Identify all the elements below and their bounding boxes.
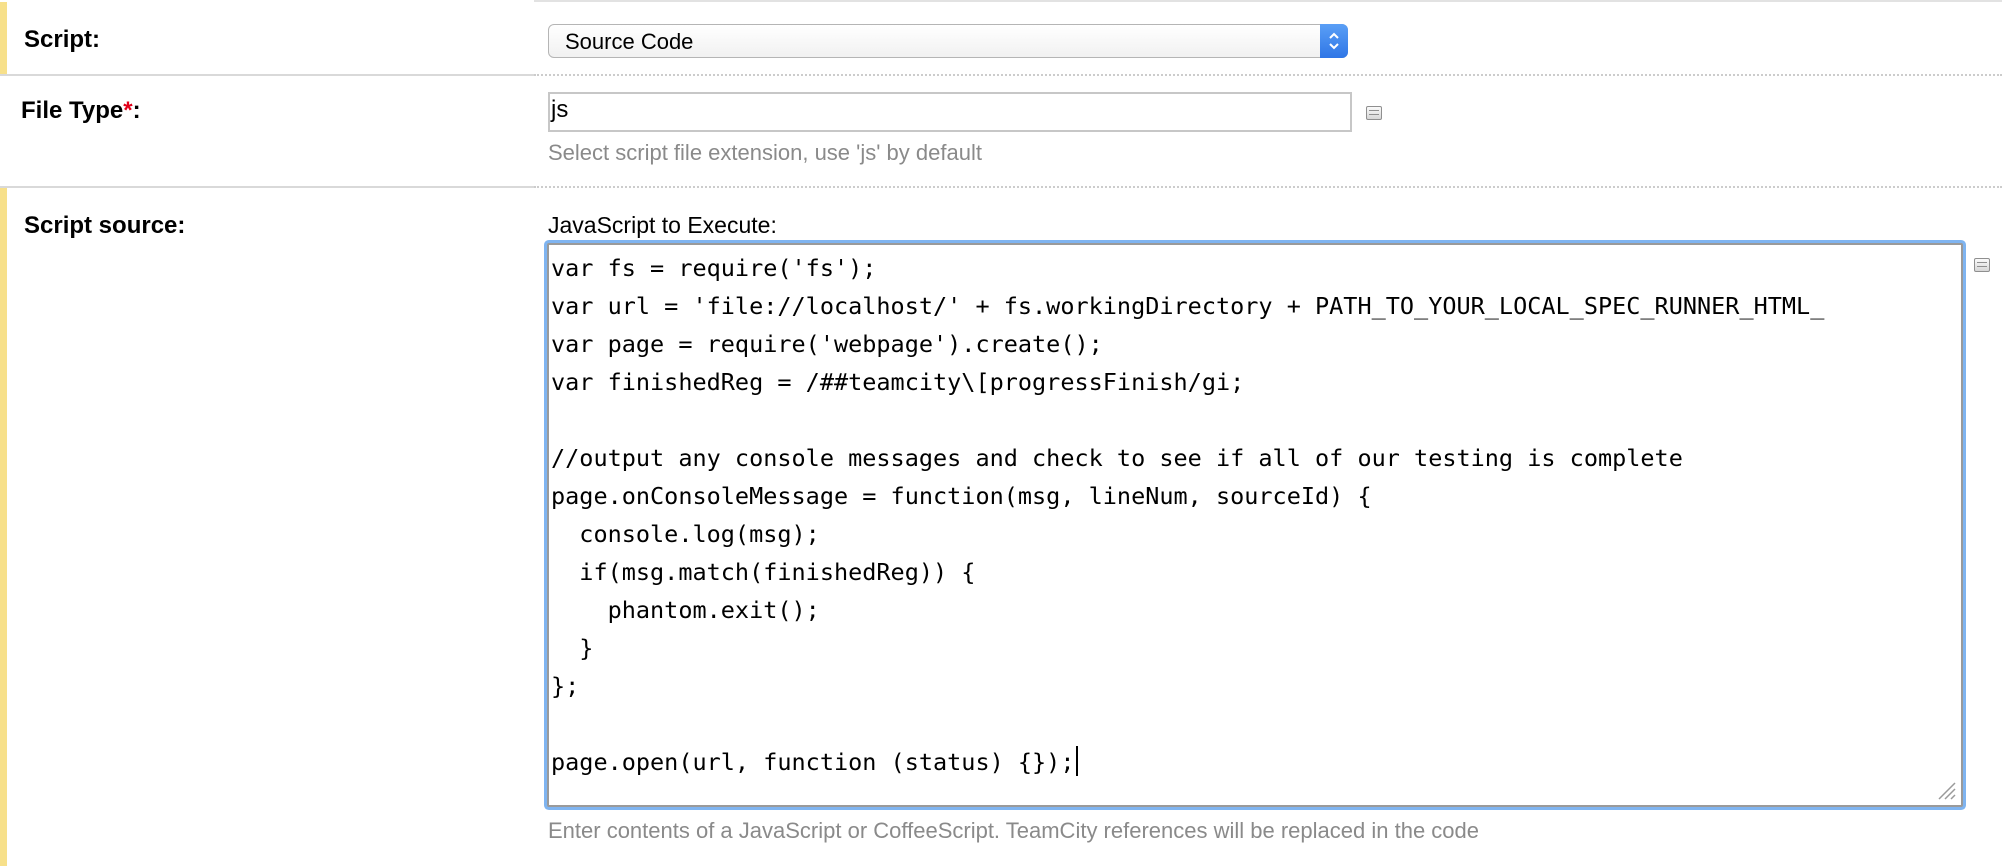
code-line: var fs = require('fs');	[551, 254, 877, 282]
code-line: page.open(url, function (status) {});	[551, 748, 1075, 776]
script-select[interactable]: Source Code	[548, 24, 1348, 58]
code-line: phantom.exit();	[551, 596, 820, 624]
text-caret	[1076, 746, 1079, 776]
field-menu-icon[interactable]	[1366, 106, 1382, 120]
required-mark: *	[123, 97, 133, 124]
code-line: console.log(msg);	[551, 520, 820, 548]
code-line: var url = 'file://localhost/' + fs.worki…	[551, 292, 1825, 320]
file-type-input[interactable]: js	[548, 92, 1352, 132]
script-row: Script: Source Code	[0, 2, 2002, 74]
code-line-last: page.open(url, function (status) {});	[551, 743, 1824, 781]
code-line: var finishedReg = /##teamcity\[progressF…	[551, 368, 1245, 396]
script-select-value: Source Code	[565, 29, 694, 54]
code-line: if(msg.match(finishedReg)) {	[551, 558, 976, 586]
resize-grip-icon[interactable]	[1935, 779, 1957, 801]
script-source-label: Script source:	[24, 212, 186, 239]
file-type-label-suffix: :	[132, 97, 141, 124]
file-type-label: File Type*:	[21, 97, 141, 125]
code-line: }	[551, 634, 594, 662]
code-line: page.onConsoleMessage = function(msg, li…	[551, 482, 1372, 510]
file-type-label-text: File Type	[21, 97, 124, 124]
file-type-input-value: js	[551, 96, 569, 123]
code-caption: JavaScript to Execute:	[548, 212, 777, 238]
field-menu-icon[interactable]	[1974, 258, 1990, 272]
code-line: };	[551, 672, 580, 700]
code-line: var page = require('webpage').create();	[551, 330, 1103, 358]
code-line: //output any console messages and check …	[551, 444, 1683, 472]
script-label: Script:	[24, 26, 101, 53]
file-type-hint: Select script file extension, use 'js' b…	[548, 140, 982, 165]
code-text: var fs = require('fs'); var url = 'file:/…	[551, 249, 1824, 781]
code-hint: Enter contents of a JavaScript or Coffee…	[548, 818, 1479, 843]
code-editor[interactable]: var fs = require('fs'); var url = 'file:/…	[547, 243, 1963, 807]
chevron-up-down-icon[interactable]	[1320, 24, 1348, 58]
